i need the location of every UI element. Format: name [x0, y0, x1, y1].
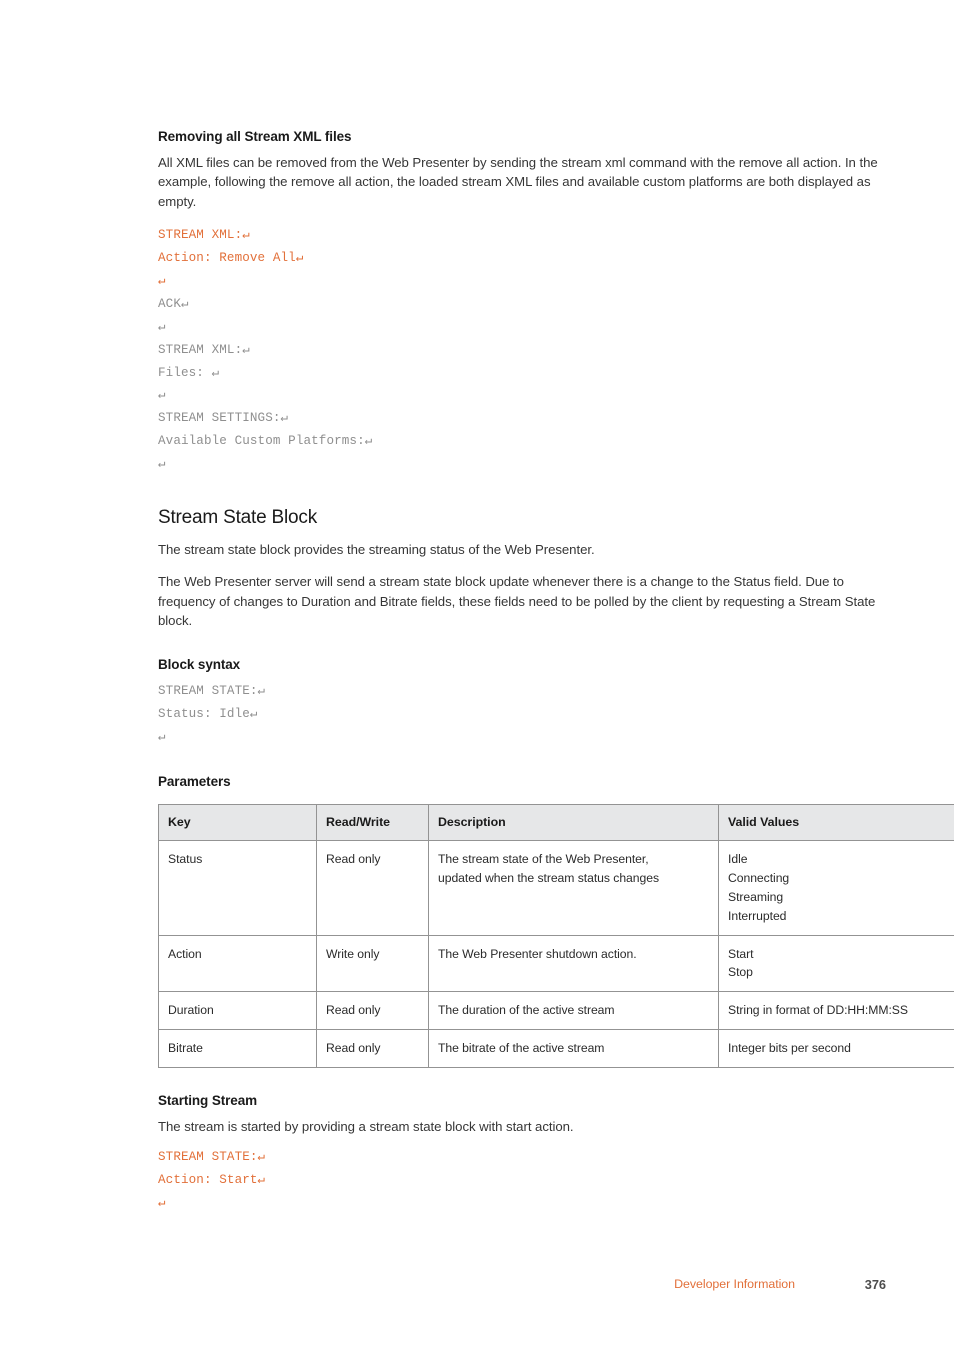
cell-key: Duration	[158, 991, 317, 1031]
table-header-read-write: Read/Write	[316, 803, 429, 841]
code-block-remove-all-request: STREAM XML:↵ Action: Remove All↵ ↵	[158, 224, 888, 293]
table-header-description: Description	[428, 803, 719, 841]
paragraph-starting-stream: The stream is started by providing a str…	[158, 1118, 574, 1134]
footer-page-number: 376	[864, 1277, 886, 1292]
document-page: Removing all Stream XML files All XML fi…	[0, 0, 954, 1350]
paragraph-stream-state-block-1: The stream state block provides the stre…	[158, 541, 595, 557]
code-line: ↵	[158, 388, 166, 403]
table-row: Bitrate Read only The bitrate of the act…	[158, 1029, 954, 1069]
code-line: Available Custom Platforms:↵	[158, 434, 373, 449]
code-line: ↵	[158, 457, 166, 472]
code-block-starting-stream: STREAM STATE:↵ Action: Start↵ ↵	[158, 1146, 888, 1215]
cell-text-line: String in format of DD:HH:MM:SS	[728, 1003, 908, 1018]
code-line: STREAM STATE:↵	[158, 1150, 266, 1165]
table-row: Duration Read only The duration of the a…	[158, 991, 954, 1031]
cell-key: Status	[158, 839, 317, 936]
cell-text-line: Start	[728, 946, 754, 961]
cell-text-line: Idle	[728, 851, 748, 866]
cell-description: The duration of the active stream	[428, 991, 719, 1031]
cell-text-line: The stream state of the Web Presenter,	[438, 851, 649, 866]
cell-valid-values: Start Stop	[718, 934, 954, 993]
paragraph-removing-all-stream-xml-files: All XML files can be removed from the We…	[158, 154, 878, 209]
page-content: Removing all Stream XML files All XML fi…	[158, 128, 954, 1215]
code-line: ↵	[158, 273, 166, 288]
code-line: ↵	[158, 319, 166, 334]
heading-stream-state-block: Stream State Block	[158, 507, 318, 529]
cell-description: The bitrate of the active stream	[428, 1029, 719, 1069]
paragraph-stream-state-block-2: The Web Presenter server will send a str…	[158, 574, 876, 629]
cell-text-line: The Web Presenter shutdown action.	[438, 946, 637, 961]
code-line: Files: ↵	[158, 365, 220, 380]
heading-removing-all-stream-xml-files: Removing all Stream XML files	[158, 129, 352, 144]
code-line: ACK↵	[158, 296, 189, 311]
cell-text-line: Interrupted	[728, 908, 787, 923]
cell-valid-values: String in format of DD:HH:MM:SS	[718, 991, 954, 1031]
code-line: STREAM XML:↵	[158, 228, 250, 243]
table-header-key: Key	[158, 803, 317, 841]
code-line: Status: Idle↵	[158, 707, 258, 722]
cell-valid-values: Idle Connecting Streaming Interrupted	[718, 839, 954, 936]
cell-key: Action	[158, 934, 317, 993]
parameters-table: Key Read/Write Description Valid Values …	[158, 803, 954, 1069]
code-line: Action: Start↵	[158, 1173, 266, 1188]
cell-text-line: Streaming	[728, 889, 784, 904]
code-line: ↵	[158, 1196, 166, 1211]
code-line: STREAM XML:↵	[158, 342, 250, 357]
cell-description: The stream state of the Web Presenter, u…	[428, 839, 719, 936]
code-line: STREAM STATE:↵	[158, 684, 266, 699]
table-header-valid-values: Valid Values	[718, 803, 954, 841]
cell-valid-values: Integer bits per second	[718, 1029, 954, 1069]
footer-section-label: Developer Information	[674, 1277, 795, 1291]
code-block-block-syntax: STREAM STATE:↵ Status: Idle↵ ↵	[158, 680, 888, 749]
cell-text-line: The bitrate of the active stream	[438, 1041, 605, 1056]
page-footer: Developer Information 376	[158, 1277, 886, 1297]
cell-read-write: Read only	[316, 1029, 429, 1069]
heading-block-syntax: Block syntax	[158, 656, 241, 672]
cell-description: The Web Presenter shutdown action.	[428, 934, 719, 993]
cell-key: Bitrate	[158, 1029, 317, 1069]
code-line: STREAM SETTINGS:↵	[158, 411, 289, 426]
code-line: Action: Remove All↵	[158, 251, 304, 266]
cell-text-line: Stop	[728, 965, 753, 980]
cell-text-line: Connecting	[728, 870, 790, 885]
cell-text-line: The duration of the active stream	[438, 1003, 615, 1018]
code-line: ↵	[158, 730, 166, 745]
table-row: Status Read only The stream state of the…	[158, 839, 954, 936]
heading-starting-stream: Starting Stream	[158, 1093, 258, 1109]
code-block-remove-all-response: ACK↵ ↵ STREAM XML:↵ Files: ↵ ↵ STREAM SE…	[158, 293, 888, 476]
cell-read-write: Write only	[316, 934, 429, 993]
cell-read-write: Read only	[316, 839, 429, 936]
heading-parameters: Parameters	[158, 774, 231, 790]
cell-text-line: Integer bits per second	[728, 1041, 851, 1056]
table-row: Action Write only The Web Presenter shut…	[158, 934, 954, 993]
cell-text-line: updated when the stream status changes	[438, 870, 660, 885]
table-header-row: Key Read/Write Description Valid Values	[158, 803, 954, 841]
cell-read-write: Read only	[316, 991, 429, 1031]
